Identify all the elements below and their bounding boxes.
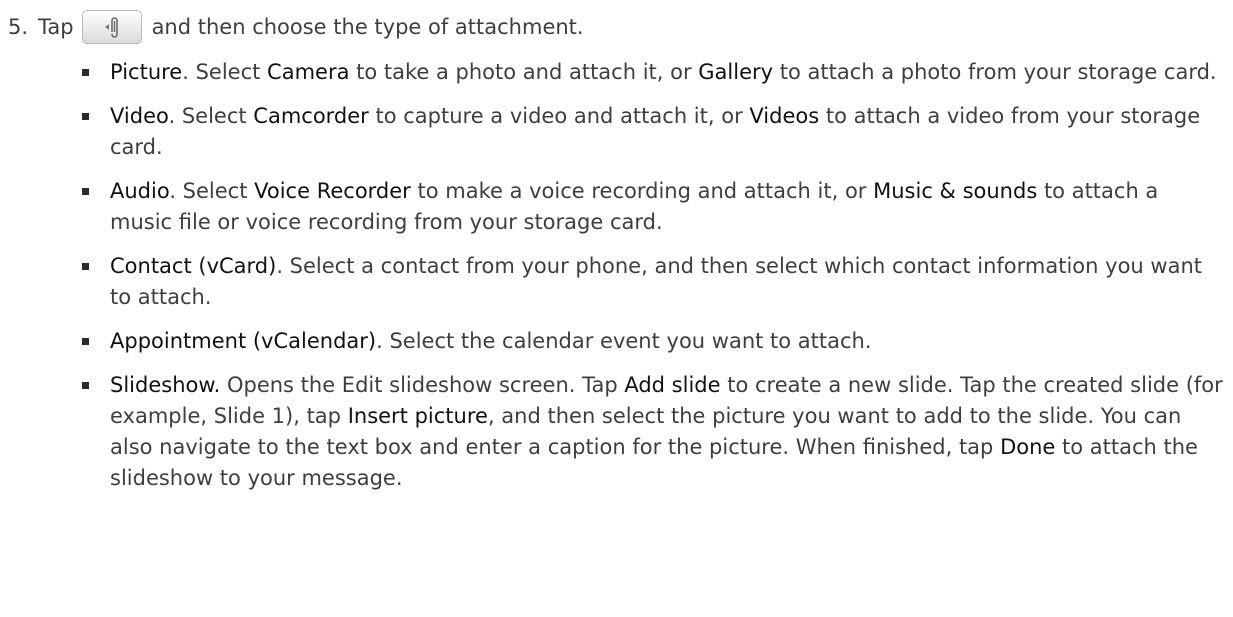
- option-insert-picture: Insert picture: [347, 404, 488, 428]
- list-item-video: Video. Select Camcorder to capture a vid…: [78, 101, 1226, 163]
- item-term: Contact (vCard): [110, 254, 277, 278]
- item-term: Slideshow.: [110, 373, 221, 397]
- option-voice-recorder: Voice Recorder: [254, 179, 411, 203]
- bullet-icon: [82, 69, 89, 76]
- list-item-picture: Picture. Select Camera to take a photo a…: [78, 57, 1226, 88]
- attachment-type-list: Picture. Select Camera to take a photo a…: [78, 57, 1226, 507]
- option-camera: Camera: [267, 60, 350, 84]
- step-instruction: and then choose the type of attachment.: [151, 14, 584, 39]
- list-item-appointment: Appointment (vCalendar). Select the cale…: [78, 326, 1226, 357]
- item-term: Video: [110, 104, 169, 128]
- step-number: 5.: [8, 14, 29, 39]
- bullet-icon: [82, 188, 89, 195]
- option-add-slide: Add slide: [624, 373, 721, 397]
- bullet-icon: [82, 263, 89, 270]
- option-videos: Videos: [749, 104, 820, 128]
- option-camcorder: Camcorder: [253, 104, 369, 128]
- list-item-contact: Contact (vCard). Select a contact from y…: [78, 251, 1226, 313]
- item-term: Appointment (vCalendar): [110, 329, 377, 353]
- option-done: Done: [1000, 435, 1056, 459]
- option-gallery: Gallery: [698, 60, 774, 84]
- bullet-icon: [82, 113, 89, 120]
- attach-button[interactable]: [81, 10, 142, 44]
- paperclip-icon: [104, 17, 118, 38]
- item-term: Picture: [110, 60, 183, 84]
- step-5: 5. Tap and then choose the type of attac…: [8, 10, 1223, 44]
- item-term: Audio: [110, 179, 170, 203]
- bullet-icon: [82, 382, 89, 389]
- bullet-icon: [82, 338, 89, 345]
- list-item-slideshow: Slideshow. Opens the Edit slideshow scre…: [78, 370, 1226, 494]
- step-tap-text: Tap: [38, 14, 74, 39]
- list-item-audio: Audio. Select Voice Recorder to make a v…: [78, 176, 1226, 238]
- option-music-sounds: Music & sounds: [873, 179, 1038, 203]
